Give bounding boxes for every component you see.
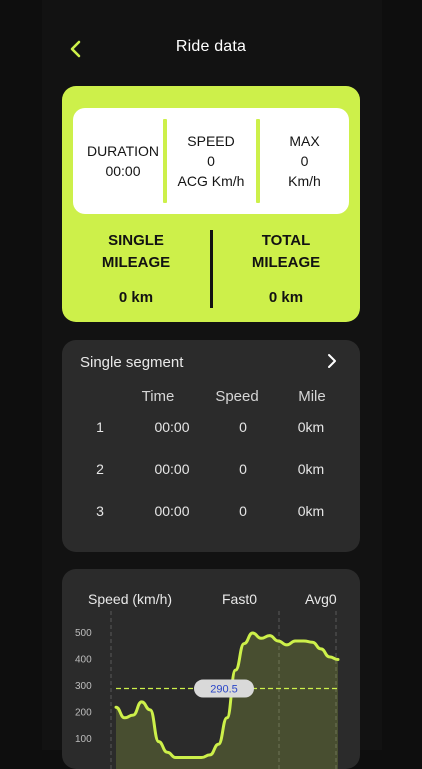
row-time: 00:00 — [154, 503, 190, 519]
speed-area — [116, 633, 338, 769]
row-index: 3 — [96, 503, 104, 519]
row-mile: 0km — [297, 461, 325, 477]
duration-label: DURATION — [86, 143, 160, 159]
chevron-right-icon — [328, 354, 336, 368]
y-tick-label: 400 — [75, 655, 92, 666]
row-mile: 0km — [297, 503, 325, 519]
y-tick-label: 100 — [75, 734, 92, 745]
speed-value: 0 — [207, 153, 215, 169]
y-tick-label: 300 — [75, 681, 92, 692]
segment-expand-button[interactable] — [326, 352, 344, 374]
row-index: 1 — [96, 419, 104, 435]
speed-unit: ACG Km/h — [177, 173, 245, 189]
header: Ride data — [0, 0, 422, 96]
max-value: 0 — [300, 153, 309, 169]
single-mileage-value: 0 km — [118, 289, 154, 306]
single-mileage-label-2: MILEAGE — [101, 254, 171, 271]
page-title: Ride data — [175, 38, 247, 55]
stats-box: DURATION 00:00 SPEED 0 ACG Km/h MAX 0 Km… — [73, 108, 349, 214]
row-time: 00:00 — [154, 461, 190, 477]
reference-label: 290.5 — [210, 684, 238, 696]
total-mileage-value: 0 km — [268, 289, 304, 306]
y-tick-label: 500 — [75, 628, 92, 639]
row-index: 2 — [96, 461, 104, 477]
max-label: MAX — [289, 133, 320, 149]
y-tick-label: 200 — [75, 708, 92, 719]
column-header-speed: Speed — [215, 388, 259, 405]
single-mileage: SINGLE MILEAGE 0 km — [76, 230, 196, 309]
row-mile: 0km — [297, 419, 325, 435]
total-mileage-label-1: TOTAL — [261, 232, 311, 249]
mileage-divider — [210, 230, 213, 308]
max-stat: MAX 0 Km/h — [260, 108, 349, 214]
chart-title: Speed (km/h) — [88, 591, 173, 607]
avg-label: Avg0 — [305, 591, 337, 607]
speed-chart-card: 100 200 300 400 500 290.5 Speed (km/h) Fast0 … — [62, 569, 360, 769]
duration-stat: DURATION 00:00 — [73, 108, 173, 214]
row-time: 00:00 — [154, 419, 190, 435]
row-speed: 0 — [239, 461, 247, 477]
ride-summary-card: DURATION 00:00 SPEED 0 ACG Km/h MAX 0 Km… — [62, 86, 360, 322]
column-header-time: Time — [141, 388, 175, 405]
single-mileage-label-1: SINGLE — [108, 232, 164, 249]
segment-title: Single segment — [80, 354, 184, 371]
fast-label: Fast0 — [222, 591, 258, 607]
row-speed: 0 — [239, 503, 247, 519]
duration-value: 00:00 — [105, 163, 141, 179]
total-mileage: TOTAL MILEAGE 0 km — [226, 230, 346, 309]
speed-stat: SPEED 0 ACG Km/h — [167, 108, 255, 214]
row-speed: 0 — [239, 419, 247, 435]
speed-label: SPEED — [187, 133, 235, 149]
max-unit: Km/h — [288, 173, 321, 189]
total-mileage-label-2: MILEAGE — [251, 254, 321, 271]
column-header-mile: Mile — [298, 388, 326, 405]
single-segment-card[interactable]: Single segment Time Speed Mile 1 00:00 0… — [62, 340, 360, 552]
